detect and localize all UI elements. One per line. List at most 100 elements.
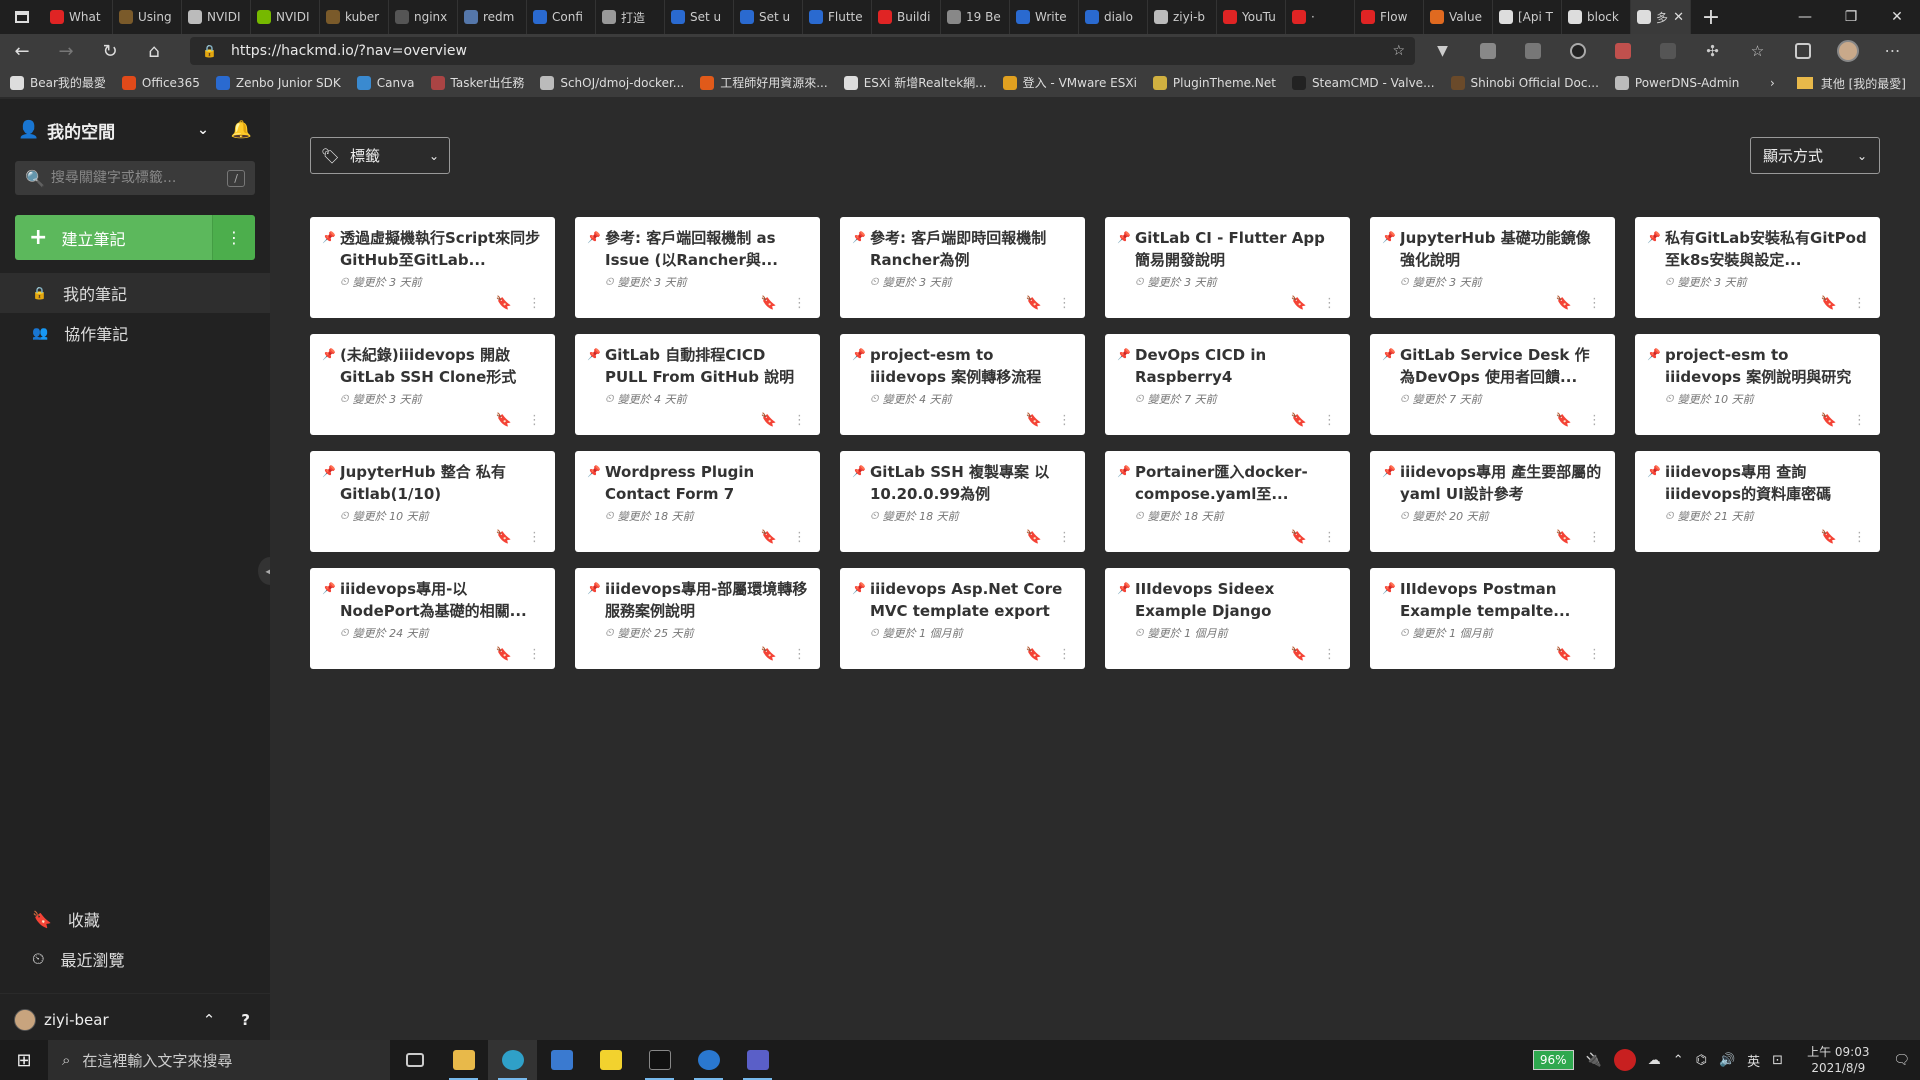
sidebar-item-recent[interactable]: ⏲ 最近瀏覽 xyxy=(0,939,270,979)
browser-tab[interactable]: ziyi-b xyxy=(1148,0,1217,34)
note-card[interactable]: 📌 私有GitLab安裝私有GitPod至k8s安裝與設定... ⏲ 變更於 3 天前… xyxy=(1635,217,1880,318)
favorite-star-icon[interactable]: ☆ xyxy=(1392,43,1405,59)
note-card[interactable]: 📌 iiidevops專用-以NodePort為基礎的相關... ⏲ 變更於 24 天… xyxy=(310,568,555,669)
bookmark-item[interactable]: Office365 xyxy=(121,74,200,91)
more-options-icon[interactable]: ⋮ xyxy=(1853,296,1866,311)
note-card[interactable]: 📌 project-esm to iiidevops 案例轉移流程 ⏲ 變更於 4 天… xyxy=(840,334,1085,435)
pin-icon[interactable]: 📌 xyxy=(322,582,336,595)
bookmark-item[interactable]: PluginTheme.Net xyxy=(1152,74,1276,91)
extension-icon[interactable] xyxy=(1600,34,1645,68)
note-card[interactable]: 📌 Wordpress Plugin Contact Form 7 ⏲ 變更於 18 … xyxy=(575,451,820,552)
other-bookmarks[interactable]: 其他 [我的最愛] xyxy=(1821,75,1906,92)
close-window-icon[interactable]: ✕ xyxy=(1874,0,1920,34)
browser-tab[interactable]: nginx xyxy=(389,0,458,34)
browser-tab[interactable]: Using xyxy=(113,0,182,34)
browser-tab[interactable]: What xyxy=(44,0,113,34)
more-options-icon[interactable]: ⋮ xyxy=(1323,647,1336,662)
network-icon[interactable]: ⌬ xyxy=(1696,1053,1707,1068)
more-options-icon[interactable]: ⋮ xyxy=(1323,413,1336,428)
note-card[interactable]: 📌 GitLab CI - Flutter App 簡易開發說明 ⏲ 變更於 3 天前… xyxy=(1105,217,1350,318)
url-bar[interactable]: 🔒 https://hackmd.io/?nav=overview ☆ xyxy=(190,37,1415,65)
pin-icon[interactable]: 📌 xyxy=(1382,348,1396,361)
more-options-icon[interactable]: ⋮ xyxy=(1588,647,1601,662)
bookmark-icon[interactable]: 🔖 xyxy=(761,647,777,662)
more-options-icon[interactable]: ⋮ xyxy=(1588,296,1601,311)
browser-tab[interactable]: Flow xyxy=(1355,0,1424,34)
bookmark-item[interactable]: 登入 - VMware ESXi xyxy=(1002,74,1137,91)
pin-icon[interactable]: 📌 xyxy=(852,465,866,478)
bookmark-icon[interactable]: 🔖 xyxy=(1556,296,1572,311)
clock[interactable]: 上午 09:03 2021/8/9 xyxy=(1807,1044,1869,1076)
more-options-icon[interactable]: ⋮ xyxy=(528,530,541,545)
windows-start-icon[interactable]: ⊞ xyxy=(0,1040,48,1080)
bookmark-icon[interactable]: 🔖 xyxy=(1556,413,1572,428)
more-options-icon[interactable]: ⋮ xyxy=(1058,530,1071,545)
bookmark-item[interactable]: Tasker出任務 xyxy=(430,74,524,91)
sticky-notes-icon[interactable] xyxy=(586,1040,635,1080)
bookmark-icon[interactable]: 🔖 xyxy=(1291,413,1307,428)
sidebar-item-my-notes[interactable]: 🔒 我的筆記 xyxy=(0,273,270,313)
more-options-icon[interactable]: ⋮ xyxy=(793,647,806,662)
browser-tab[interactable]: Flutte xyxy=(803,0,872,34)
app-tray-icon[interactable] xyxy=(1613,1049,1636,1071)
pin-icon[interactable]: 📌 xyxy=(852,231,866,244)
note-card[interactable]: 📌 參考: 客戶端回報機制 as Issue (以Rancher與... ⏲ 變更於 … xyxy=(575,217,820,318)
search-input[interactable] xyxy=(50,170,228,186)
notification-icon[interactable]: 🗨 xyxy=(1893,1053,1910,1068)
note-card[interactable]: 📌 iiidevops專用-部屬環境轉移服務案例說明 ⏲ 變更於 25 天前 🔖 ⋮ xyxy=(575,568,820,669)
bookmark-icon[interactable]: 🔖 xyxy=(496,296,512,311)
new-tab-button[interactable]: + xyxy=(1691,5,1731,30)
browser-tab[interactable]: Write xyxy=(1010,0,1079,34)
minimize-icon[interactable]: — xyxy=(1782,0,1828,34)
home-icon[interactable]: ⌂ xyxy=(132,34,176,68)
extension-v-icon[interactable]: ▼ xyxy=(1420,34,1465,68)
forward-icon[interactable]: → xyxy=(44,34,88,68)
bookmark-item[interactable]: 工程師好用資源來... xyxy=(700,74,828,91)
bookmark-icon[interactable]: 🔖 xyxy=(1026,413,1042,428)
note-card[interactable]: 📌 iiidevops Asp.Net Core MVC template exp… xyxy=(840,568,1085,669)
note-card[interactable]: 📌 GitLab Service Desk 作為DevOps 使用者回饋... ⏲ 變… xyxy=(1370,334,1615,435)
bookmark-icon[interactable]: 🔖 xyxy=(761,413,777,428)
bookmark-icon[interactable]: 🔖 xyxy=(1291,530,1307,545)
pin-icon[interactable]: 📌 xyxy=(322,465,336,478)
note-card[interactable]: 📌 iiidevops專用 產生要部屬的yaml UI設計參考 ⏲ 變更於 20 天前… xyxy=(1370,451,1615,552)
note-card[interactable]: 📌 IIIdevops Sideex Example Django maria..… xyxy=(1105,568,1350,669)
extension-icon[interactable] xyxy=(1510,34,1555,68)
bookmark-icon[interactable]: 🔖 xyxy=(1026,530,1042,545)
browser-tab[interactable]: Value xyxy=(1424,0,1493,34)
new-note-more-button[interactable]: ⋮ xyxy=(212,215,255,260)
bookmark-item[interactable]: SteamCMD - Valve... xyxy=(1291,74,1435,91)
bell-icon[interactable]: 🔔 xyxy=(231,120,252,140)
note-card[interactable]: 📌 GitLab SSH 複製專案 以10.20.0.99為例 ⏲ 變更於 18 天前… xyxy=(840,451,1085,552)
sidebar-item-shared-notes[interactable]: 👥 協作筆記 xyxy=(0,313,270,353)
profile-avatar[interactable] xyxy=(1825,34,1870,68)
pin-icon[interactable]: 📌 xyxy=(587,231,601,244)
bookmark-icon[interactable]: 🔖 xyxy=(1821,296,1837,311)
remote-desktop-icon[interactable] xyxy=(684,1040,733,1080)
bookmark-icon[interactable]: 🔖 xyxy=(496,413,512,428)
more-options-icon[interactable]: ⋮ xyxy=(793,296,806,311)
note-card[interactable]: 📌 Portainer匯入docker-compose.yaml至... ⏲ 變更於 … xyxy=(1105,451,1350,552)
pin-icon[interactable]: 📌 xyxy=(587,582,601,595)
view-mode-dropdown[interactable]: 顯示方式 ⌄ xyxy=(1750,137,1880,174)
help-icon[interactable]: ? xyxy=(241,1011,250,1029)
more-options-icon[interactable]: ⋮ xyxy=(1323,296,1336,311)
more-options-icon[interactable]: ⋮ xyxy=(528,413,541,428)
store-icon[interactable] xyxy=(537,1040,586,1080)
bookmark-icon[interactable]: 🔖 xyxy=(1026,296,1042,311)
close-tab-icon[interactable]: ✕ xyxy=(1673,10,1684,25)
task-view-icon[interactable] xyxy=(390,1040,439,1080)
more-options-icon[interactable]: ⋮ xyxy=(1058,413,1071,428)
note-card[interactable]: 📌 JupyterHub 基礎功能鏡像強化說明 ⏲ 變更於 3 天前 🔖 ⋮ xyxy=(1370,217,1615,318)
pin-icon[interactable]: 📌 xyxy=(1647,231,1661,244)
pin-icon[interactable]: 📌 xyxy=(322,231,336,244)
bookmark-icon[interactable]: 🔖 xyxy=(496,647,512,662)
chevron-down-icon[interactable]: ⌄ xyxy=(197,122,209,138)
tab-active[interactable]: 多 ✕ xyxy=(1631,0,1691,34)
pin-icon[interactable]: 📌 xyxy=(852,582,866,595)
browser-tab[interactable]: · xyxy=(1286,0,1355,34)
teams-icon[interactable] xyxy=(733,1040,782,1080)
browser-tab[interactable]: dialo xyxy=(1079,0,1148,34)
browser-tab[interactable]: Set u xyxy=(665,0,734,34)
more-options-icon[interactable]: ⋮ xyxy=(793,530,806,545)
